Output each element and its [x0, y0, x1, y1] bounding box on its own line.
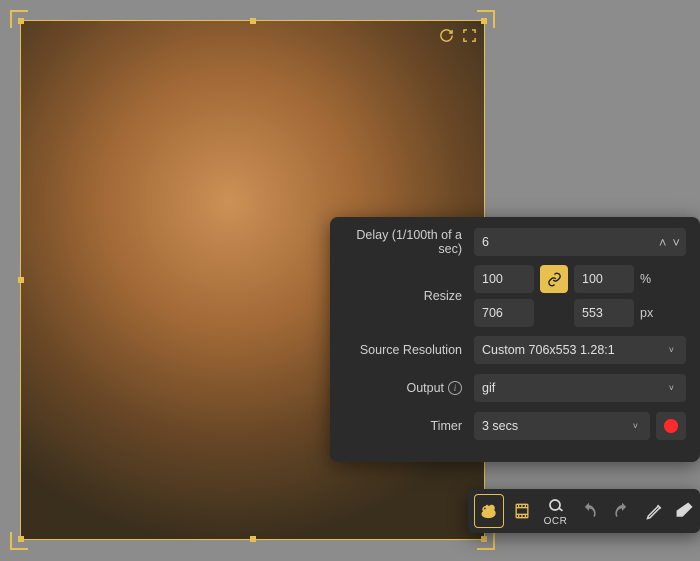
record-button[interactable]: [656, 412, 686, 440]
timer-select[interactable]: 3 secs ˅: [474, 412, 650, 440]
output-label: Output: [406, 381, 444, 395]
fullscreen-icon[interactable]: [462, 28, 477, 47]
chevron-down-icon: ˅: [629, 419, 642, 433]
resize-label: Resize: [330, 289, 474, 303]
eraser-tool-button[interactable]: [674, 494, 694, 528]
resize-handle-ml[interactable]: [18, 277, 24, 283]
ocr-label: OCR: [544, 516, 568, 527]
source-resolution-select[interactable]: Custom 706x553 1.28:1 ˅: [474, 336, 686, 364]
delay-value: 6: [482, 235, 659, 249]
pen-tool-button[interactable]: [641, 494, 670, 528]
resize-width-pct-input[interactable]: [474, 265, 534, 293]
resize-handle-bm[interactable]: [250, 536, 256, 542]
source-resolution-value: Custom 706x553 1.28:1: [482, 343, 665, 357]
corner-frame-tr: [477, 10, 495, 28]
resize-handle-tm[interactable]: [250, 18, 256, 24]
corner-frame-bl: [10, 532, 28, 550]
source-resolution-label: Source Resolution: [330, 343, 474, 357]
corner-frame-br: [477, 532, 495, 550]
delay-label: Delay (1/100th of a sec): [330, 228, 474, 256]
settings-panel: Delay (1/100th of a sec) 6 ˄ ˅ Resize %: [330, 217, 700, 462]
chevron-up-icon[interactable]: ˄: [659, 235, 667, 250]
undo-button[interactable]: [574, 494, 603, 528]
info-icon[interactable]: i: [448, 381, 462, 395]
timer-label: Timer: [330, 419, 474, 433]
unit-px: px: [640, 306, 668, 320]
resize-height-pct-input[interactable]: [574, 265, 634, 293]
toolbar: OCR: [468, 489, 700, 533]
corner-frame-tl: [10, 10, 28, 28]
ocr-tool-button[interactable]: OCR: [541, 494, 570, 528]
link-dimensions-button[interactable]: [540, 265, 568, 293]
rotate-icon[interactable]: [439, 28, 454, 47]
output-value: gif: [482, 381, 665, 395]
resize-width-px-input[interactable]: [474, 299, 534, 327]
timer-value: 3 secs: [482, 419, 629, 433]
delay-input[interactable]: 6 ˄ ˅: [474, 228, 686, 256]
chevron-down-icon: ˅: [665, 343, 678, 357]
film-tool-button[interactable]: [508, 494, 537, 528]
output-format-select[interactable]: gif ˅: [474, 374, 686, 402]
unit-percent: %: [640, 272, 668, 286]
chevron-down-icon[interactable]: ˅: [672, 235, 680, 250]
resize-height-px-input[interactable]: [574, 299, 634, 327]
duck-tool-button[interactable]: [474, 494, 504, 528]
chevron-down-icon: ˅: [665, 381, 678, 395]
record-icon: [664, 419, 678, 433]
redo-button[interactable]: [607, 494, 636, 528]
